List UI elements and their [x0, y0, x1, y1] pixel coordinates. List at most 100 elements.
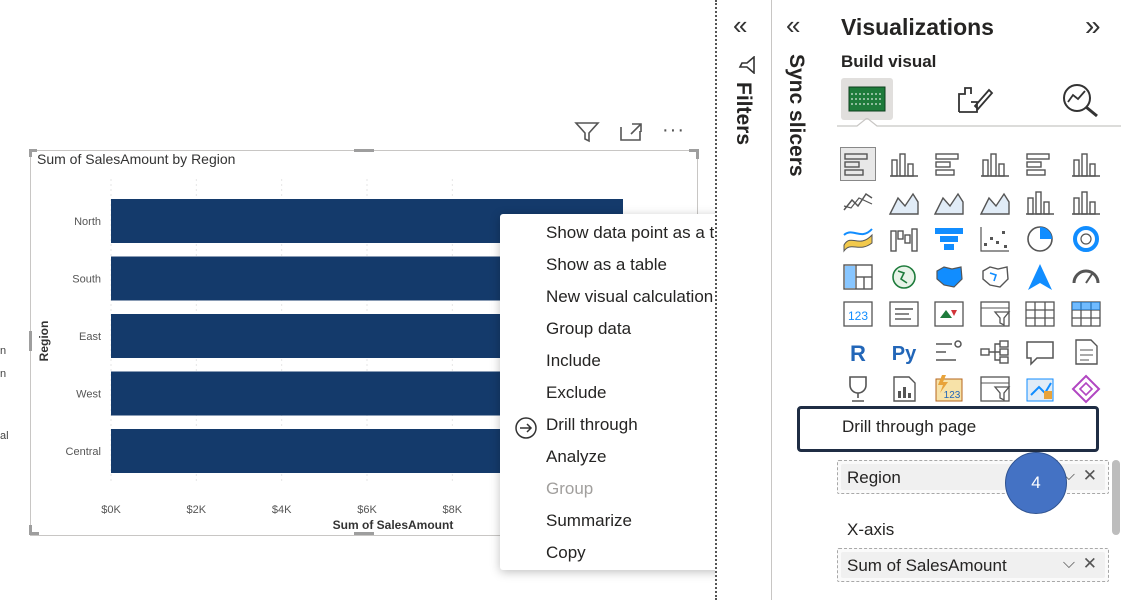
build-visual-icon [848, 86, 886, 112]
smart-narrative-icon[interactable] [1069, 336, 1103, 368]
collapse-sync-slicers-icon[interactable]: « [786, 10, 800, 41]
line-and-clustered-column-chart-icon[interactable] [1069, 186, 1103, 218]
focus-mode-icon[interactable] [618, 121, 644, 148]
100-stacked-column-chart-icon[interactable] [1069, 148, 1103, 180]
menu-item-label: Group [546, 479, 594, 498]
kpi-icon[interactable] [932, 298, 966, 330]
gauge-icon[interactable] [1069, 261, 1103, 293]
filters-pane: « Filters [715, 0, 771, 600]
pane-title: Visualizations [841, 14, 994, 40]
visualizations-pane: Visualizations » Build visual 123 R Py 123 … [827, 0, 1133, 600]
donut-chart-icon[interactable] [1069, 223, 1103, 255]
scatter-chart-icon[interactable] [978, 223, 1012, 255]
sync-slicers-pane: « Sync slicers [771, 0, 828, 600]
filter-icon[interactable] [574, 121, 600, 148]
drill-through-page-label: Drill through page [842, 417, 977, 436]
area-chart-icon[interactable] [887, 186, 921, 218]
edge-text: n [0, 345, 7, 357]
stacked-column-chart-icon[interactable] [887, 148, 921, 180]
svg-text:123: 123 [944, 390, 961, 401]
stacked-area-chart-icon[interactable] [932, 186, 966, 218]
filter-icon [737, 55, 757, 79]
field-name: Region [847, 468, 901, 487]
x-tick-label: $8K [443, 504, 463, 516]
azure-map-icon[interactable] [1023, 261, 1057, 293]
map-icon[interactable] [887, 261, 921, 293]
power-automate-icon[interactable] [1023, 373, 1057, 405]
menu-item-label: Exclude [546, 383, 607, 402]
x-axis-title: Sum of SalesAmount [333, 518, 454, 532]
build-visual-label: Build visual [841, 52, 937, 71]
100-stacked-area-chart-icon[interactable] [978, 186, 1012, 218]
new-slicer-icon[interactable] [978, 373, 1012, 405]
expand-pane-icon[interactable]: » [1085, 10, 1101, 42]
menu-item-label: Copy [546, 543, 586, 562]
remove-field-icon[interactable]: ✕ [1083, 554, 1097, 574]
menu-item-label: New visual calculation [546, 287, 714, 306]
clustered-column-chart-icon[interactable] [978, 148, 1012, 180]
goals-icon[interactable] [841, 373, 875, 405]
x-axis-well[interactable]: Sum of SalesAmount ⌵ ✕ [837, 548, 1109, 582]
card-icon[interactable]: 123 [841, 298, 875, 330]
key-influencers-icon[interactable] [932, 336, 966, 368]
category-label: South [72, 274, 101, 286]
shape-map-icon[interactable] [978, 261, 1012, 293]
y-axis-well[interactable]: Region ⌵ ✕ [837, 460, 1109, 494]
r-script-visual-icon[interactable]: R [841, 336, 875, 368]
category-label: East [79, 331, 101, 343]
100-stacked-bar-chart-icon[interactable] [1023, 148, 1057, 180]
x-tick-label: $0K [101, 504, 121, 516]
menu-item-label: Drill through [546, 415, 638, 434]
matrix-icon[interactable] [1069, 298, 1103, 330]
category-label: West [76, 389, 101, 401]
x-tick-label: $4K [272, 504, 292, 516]
build-visual-tab[interactable] [841, 78, 893, 120]
python-visual-icon[interactable]: Py [887, 336, 921, 368]
line-chart-icon[interactable] [841, 186, 875, 218]
drill-through-icon [514, 416, 538, 445]
tab-divider [837, 118, 1121, 127]
paginated-report-icon[interactable] [887, 373, 921, 405]
svg-text:123: 123 [848, 309, 868, 323]
ribbon-chart-icon[interactable] [841, 223, 875, 255]
field-name: Sum of SalesAmount [847, 556, 1007, 575]
more-visuals-icon[interactable] [1069, 373, 1103, 405]
report-canvas: n n al ··· Sum of SalesAmount by Region … [0, 0, 795, 600]
sync-slicers-label[interactable]: Sync slicers [784, 54, 808, 177]
collapse-filters-icon[interactable]: « [733, 10, 747, 41]
edge-text: al [0, 430, 9, 442]
analytics-icon[interactable] [1059, 80, 1103, 118]
clustered-bar-chart-icon[interactable] [932, 148, 966, 180]
stacked-bar-chart-icon[interactable] [840, 147, 876, 181]
pie-chart-icon[interactable] [1023, 223, 1057, 255]
field-chip[interactable]: Sum of SalesAmount ⌵ ✕ [841, 552, 1105, 578]
qa-icon[interactable] [1023, 336, 1057, 368]
table-icon[interactable] [1023, 298, 1057, 330]
funnel-chart-icon[interactable] [932, 223, 966, 255]
menu-item-label: Analyze [546, 447, 607, 466]
svg-text:R: R [850, 341, 866, 366]
svg-text:Py: Py [891, 343, 916, 365]
edge-text: n [0, 368, 7, 380]
chevron-down-icon[interactable]: ⌵ [1063, 555, 1075, 573]
line-and-stacked-column-chart-icon[interactable] [1023, 186, 1057, 218]
visual-header: ··· [574, 119, 685, 148]
more-options-icon[interactable]: ··· [662, 119, 685, 142]
treemap-icon[interactable] [841, 261, 875, 293]
category-label: North [74, 216, 101, 228]
power-apps-icon[interactable]: 123 [932, 373, 966, 405]
menu-item-label: Include [546, 351, 601, 370]
menu-item-label: Group data [546, 319, 632, 338]
drill-through-page-item[interactable]: Drill through page [797, 406, 1099, 452]
step-badge: 4 [1005, 452, 1067, 514]
slicer-icon[interactable] [978, 298, 1012, 330]
filters-label[interactable]: Filters [731, 82, 755, 145]
format-visual-icon[interactable] [955, 82, 995, 116]
filled-map-icon[interactable] [932, 261, 966, 293]
waterfall-chart-icon[interactable] [887, 223, 921, 255]
pane-scrollbar[interactable] [1112, 460, 1120, 535]
menu-item-label: Summarize [546, 511, 632, 530]
remove-field-icon[interactable]: ✕ [1083, 466, 1097, 486]
decomposition-tree-icon[interactable] [978, 336, 1012, 368]
multi-row-card-icon[interactable] [887, 298, 921, 330]
